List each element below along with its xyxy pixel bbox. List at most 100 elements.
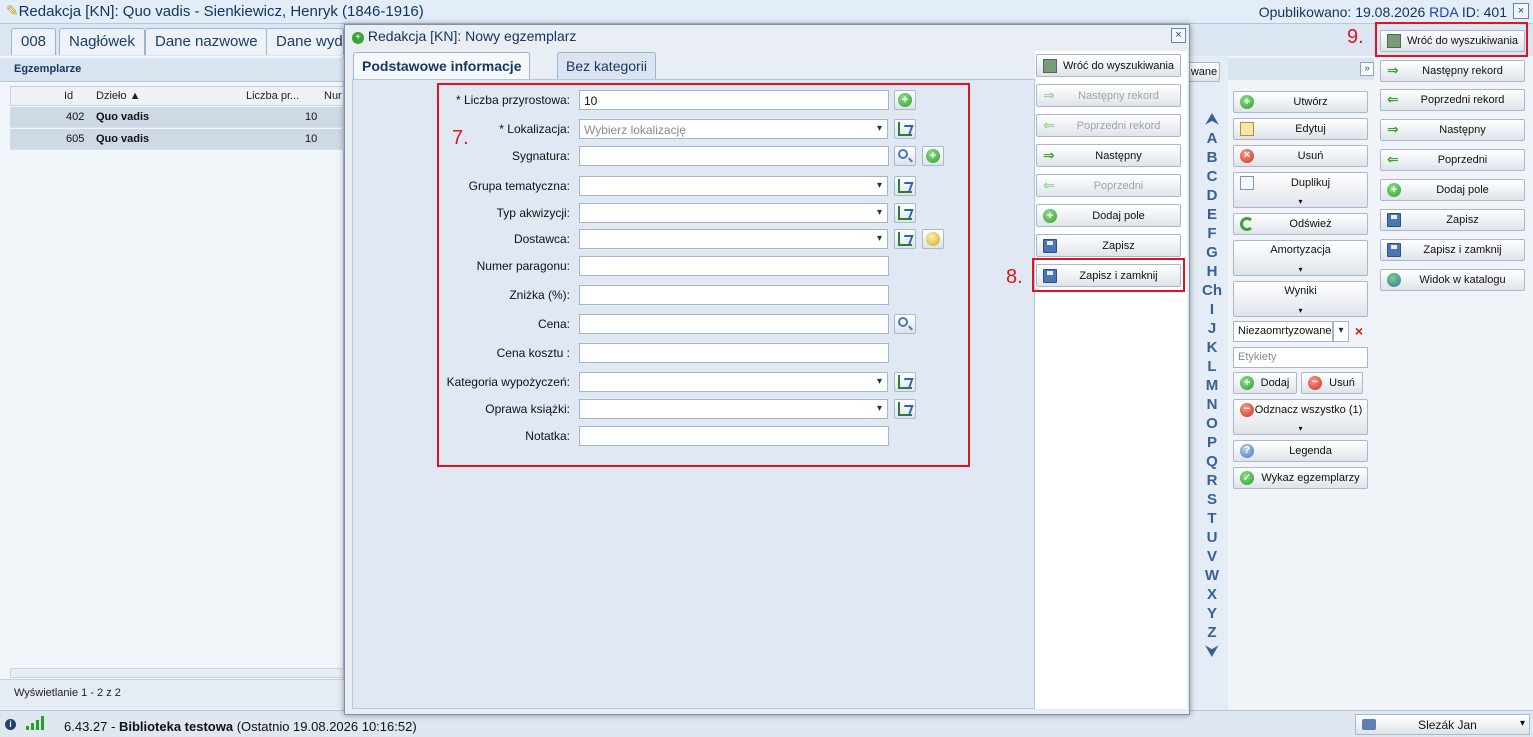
prev-button[interactable]: ⇐ Poprzedni — [1380, 149, 1525, 171]
annotation-9: 9. — [1347, 26, 1364, 48]
next-button[interactable]: ⇒ Następny — [1380, 119, 1525, 141]
table-row[interactable]: 605 Quo vadis 10 — [10, 129, 344, 150]
rda-link[interactable]: RDA — [1429, 4, 1458, 20]
alphabet-letter[interactable]: E — [1200, 205, 1224, 224]
highlight-box-9 — [1375, 22, 1528, 57]
alphabet-letter[interactable]: L — [1200, 357, 1224, 376]
arrow-right-icon: ⇒ — [1387, 62, 1399, 78]
user-menu-button[interactable]: Slezák Jan ▾ — [1355, 714, 1530, 735]
alphabet-letter[interactable]: V — [1200, 547, 1224, 566]
alphabet-letter[interactable]: M — [1200, 376, 1224, 395]
alphabet-letter[interactable]: Q — [1200, 452, 1224, 471]
alphabet-letter[interactable]: ⮝ — [1200, 110, 1224, 129]
alphabet-letter[interactable]: D — [1200, 186, 1224, 205]
add-field-button[interactable]: + Dodaj pole — [1380, 179, 1525, 201]
dialog-add-field-button[interactable]: + Dodaj pole — [1036, 204, 1181, 227]
arrow-left-icon: ⇐ — [1043, 177, 1055, 193]
deselect-all-button[interactable]: − Odznacz wszystko (1) ▾ — [1233, 399, 1368, 435]
alphabet-letter[interactable]: C — [1200, 167, 1224, 186]
save-button[interactable]: Zapisz — [1380, 209, 1525, 231]
dialog-title: + Redakcja [KN]: Nowy egzemplarz — [352, 28, 576, 44]
save-close-button[interactable]: Zapisz i zamknij — [1380, 239, 1525, 261]
close-dialog-button[interactable]: × — [1171, 28, 1186, 43]
tab-header[interactable]: Nagłówek — [59, 28, 145, 55]
duplicate-icon — [1240, 176, 1254, 190]
col-work[interactable]: Dzieło ▲ — [96, 90, 141, 102]
prev-record-button[interactable]: ⇐ Poprzedni rekord — [1380, 89, 1525, 111]
save-icon — [1043, 239, 1057, 253]
alphabet-letter[interactable]: Y — [1200, 604, 1224, 623]
tab-008[interactable]: 008 — [11, 28, 57, 55]
save-icon — [1387, 213, 1401, 227]
alphabet-letter[interactable]: P — [1200, 433, 1224, 452]
add-label-button[interactable]: + Dodaj — [1233, 372, 1297, 394]
alphabet-letter[interactable]: W — [1200, 566, 1224, 585]
alphabet-letter[interactable]: B — [1200, 148, 1224, 167]
tab-uncategorized[interactable]: Bez kategorii — [557, 52, 656, 79]
edit-button[interactable]: Edytuj — [1233, 118, 1368, 140]
alphabet-letter[interactable]: ⮟ — [1200, 642, 1224, 661]
alphabet-letter[interactable]: Z — [1200, 623, 1224, 642]
results-button[interactable]: Wyniki ▾ — [1233, 281, 1368, 317]
dialog-prev-button[interactable]: ⇐ Poprzedni — [1036, 174, 1181, 197]
alphabet-letter[interactable]: O — [1200, 414, 1224, 433]
alphabet-letter[interactable]: T — [1200, 509, 1224, 528]
alphabet-letter[interactable]: I — [1200, 300, 1224, 319]
partial-button[interactable]: wane — [1188, 62, 1220, 82]
plus-icon: + — [1043, 209, 1057, 223]
expand-icon[interactable]: » — [1360, 62, 1374, 76]
table-row[interactable]: 402 Quo vadis 10 — [10, 107, 344, 128]
create-button[interactable]: + Utwórz — [1233, 91, 1368, 113]
refresh-button[interactable]: Odśwież — [1233, 213, 1368, 235]
alphabet-letter[interactable]: X — [1200, 585, 1224, 604]
alphabet-letter[interactable]: A — [1200, 129, 1224, 148]
globe-icon — [1387, 273, 1401, 287]
dialog-next-record-button[interactable]: ⇒ Następny rekord — [1036, 84, 1181, 107]
copies-horizontal-scrollbar[interactable] — [10, 668, 344, 678]
annotation-8: 8. — [1006, 266, 1023, 288]
catalog-view-button[interactable]: Widok w katalogu — [1380, 269, 1525, 291]
alphabet-letter[interactable]: N — [1200, 395, 1224, 414]
col-num[interactable]: Nur — [324, 90, 342, 102]
dialog-back-to-search-button[interactable]: Wróć do wyszukiwania — [1036, 54, 1181, 77]
arrow-left-icon: ⇐ — [1387, 151, 1399, 167]
legend-button[interactable]: ? Legenda — [1233, 440, 1368, 462]
next-record-button[interactable]: ⇒ Następny rekord — [1380, 60, 1525, 82]
alphabet-letter[interactable]: S — [1200, 490, 1224, 509]
delete-icon: × — [1240, 149, 1254, 163]
labels-input[interactable]: Etykiety — [1233, 347, 1368, 368]
dialog-next-button[interactable]: ⇒ Następny — [1036, 144, 1181, 167]
duplicate-button[interactable]: Duplikuj ▾ — [1233, 172, 1368, 208]
alphabet-letter[interactable]: K — [1200, 338, 1224, 357]
copies-panel-title: Egzemplarze — [0, 58, 344, 82]
col-id[interactable]: Id — [64, 90, 73, 102]
tab-publication[interactable]: Dane wyd — [266, 28, 344, 55]
tab-basic-info[interactable]: Podstawowe informacje — [353, 52, 531, 79]
alphabet-letter[interactable]: H — [1200, 262, 1224, 281]
alphabet-letter[interactable]: R — [1200, 471, 1224, 490]
amortization-button[interactable]: Amortyzacja ▾ — [1233, 240, 1368, 276]
tab-names[interactable]: Dane nazwowe — [145, 28, 268, 55]
alphabet-letter[interactable]: F — [1200, 224, 1224, 243]
delete-button[interactable]: × Usuń — [1233, 145, 1368, 167]
save-icon — [1387, 243, 1401, 257]
chevron-down-icon[interactable]: ▾ — [1333, 321, 1349, 342]
alphabet-letter[interactable]: Ch — [1200, 281, 1224, 300]
info-icon[interactable]: i — [5, 719, 16, 730]
alphabet-letter[interactable]: U — [1200, 528, 1224, 547]
remove-label-button[interactable]: − Usuń — [1301, 372, 1363, 394]
dialog-prev-record-button[interactable]: ⇐ Poprzedni rekord — [1036, 114, 1181, 137]
alphabet-letter[interactable]: G — [1200, 243, 1224, 262]
alphabet-letter[interactable]: J — [1200, 319, 1224, 338]
close-window-button[interactable]: × — [1513, 3, 1529, 19]
amortization-select[interactable]: Niezaomrtyzowane — [1233, 321, 1333, 342]
highlight-box-7 — [437, 83, 970, 467]
info-icon: ? — [1240, 444, 1254, 458]
dialog-save-button[interactable]: Zapisz — [1036, 234, 1181, 257]
annotation-7: 7. — [452, 127, 469, 149]
col-count[interactable]: Liczba pr... — [246, 90, 299, 102]
status-text: 6.43.27 - Biblioteka testowa (Ostatnio 1… — [64, 719, 417, 734]
plus-icon: + — [1387, 183, 1401, 197]
copies-list-button[interactable]: ✓ Wykaz egzemplarzy — [1233, 467, 1368, 489]
clear-icon[interactable]: × — [1351, 322, 1367, 340]
